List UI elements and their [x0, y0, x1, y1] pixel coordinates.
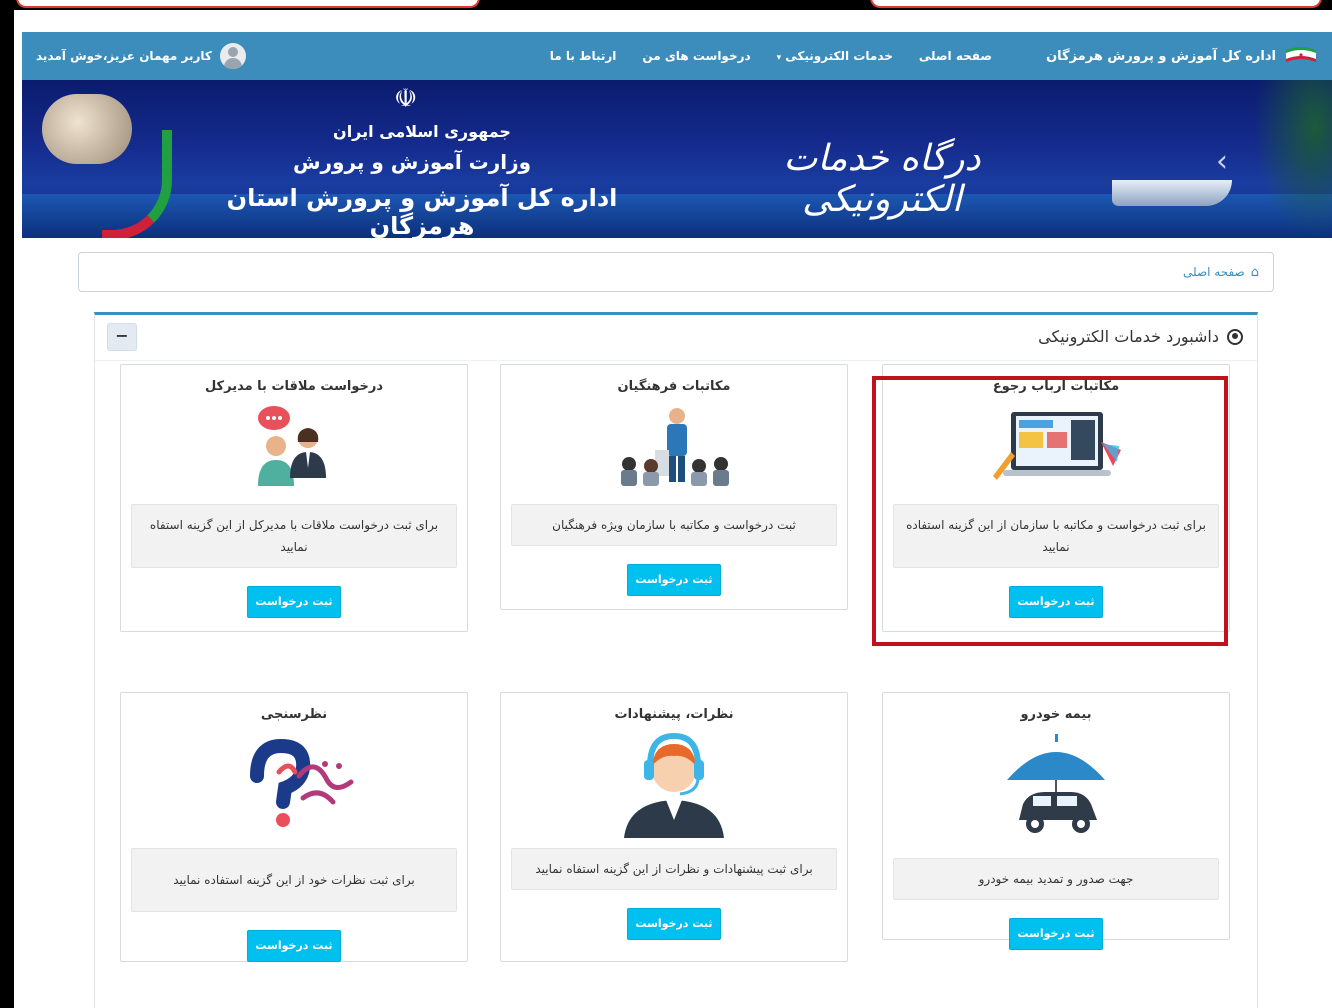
- meeting-chat-icon: [246, 402, 342, 492]
- service-card-car-insurance: بیمه خودرو جهت صدور و تمدید بیمه خودرو ث…: [882, 692, 1230, 950]
- support-agent-icon: [624, 730, 724, 840]
- card-title: نظرسنجی: [260, 707, 328, 722]
- survey-logo-icon: [246, 730, 354, 840]
- palm-tree-decoration: [1252, 80, 1332, 238]
- card-title: مکاتبات فرهنگیان: [617, 379, 731, 394]
- boat-decoration: [1112, 180, 1232, 206]
- nav-link-home[interactable]: صفحه اصلی: [919, 49, 992, 63]
- service-card-suggestions: نظرات، پیشنهادات برای ثبت پیشنهادات و نظ…: [500, 692, 848, 962]
- nav-link-contact[interactable]: ارتباط با ما: [550, 49, 617, 63]
- service-card-survey: نظرسنجی برای ثبت نظرات خود از این گزینه …: [120, 692, 468, 962]
- banner-next-arrow-icon[interactable]: ‹: [1216, 144, 1228, 179]
- top-navbar: اداره کل آموزش و پرورش هرمزگان صفحه اصلی…: [22, 32, 1332, 80]
- card-description: برای ثبت درخواست ملاقات با مدیرکل از این…: [131, 504, 457, 568]
- presentation-icon: [621, 402, 729, 492]
- navbar-links: صفحه اصلی خدمات الکترونیکی▾ درخواست های …: [550, 32, 992, 80]
- breadcrumb: ⌂ صفحه اصلی: [78, 252, 1274, 292]
- card-title: درخواست ملاقات با مدیرکل: [204, 379, 384, 394]
- dashboard-title-text: داشبورد خدمات الکترونیکی: [1038, 327, 1219, 346]
- banner-office: اداره کل آموزش و پرورش استان هرمزگان: [226, 184, 618, 238]
- iran-flag-icon: [1286, 47, 1316, 62]
- service-card-meeting-request: درخواست ملاقات با مدیرکل برای ثبت درخواس…: [120, 364, 468, 632]
- dashboard-header: داشبورد خدمات الکترونیکی −: [95, 315, 1257, 361]
- card-title: نظرات، پیشنهادات: [614, 707, 734, 722]
- submit-request-button[interactable]: ثبت درخواست: [627, 564, 721, 596]
- submit-request-button[interactable]: ثبت درخواست: [247, 586, 341, 618]
- brand-label: اداره کل آموزش و پرورش هرمزگان: [1046, 48, 1276, 64]
- banner-ministry: وزارت آموزش و پرورش: [292, 150, 532, 174]
- car-insurance-icon: [1007, 730, 1105, 842]
- chevron-down-icon: ▾: [776, 53, 782, 63]
- banner-portal-title: درگاه خدمات الکترونیکی: [783, 138, 981, 220]
- submit-request-button[interactable]: ثبت درخواست: [247, 930, 341, 962]
- breadcrumb-home[interactable]: صفحه اصلی: [1183, 265, 1245, 279]
- card-description: برای ثبت نظرات خود از این گزینه استفاده …: [131, 848, 457, 912]
- iran-emblem-icon: ☫: [394, 84, 418, 114]
- header-banner: ☫ جمهوری اسلامی ایران وزارت آموزش و پرور…: [22, 80, 1332, 238]
- banner-country: جمهوری اسلامی ایران: [333, 122, 511, 141]
- card-description: ثبت درخواست و مکاتبه با سازمان ویژه فرهن…: [511, 504, 837, 546]
- top-annotation-left: [16, 0, 480, 8]
- user-greeting: کاربر مهمان عزیز،خوش آمدید: [36, 49, 212, 63]
- highlight-box: [872, 376, 1228, 646]
- card-title: بیمه خودرو: [1020, 707, 1092, 722]
- user-avatar-icon: [219, 43, 246, 69]
- collapse-button[interactable]: −: [107, 323, 137, 351]
- submit-request-button[interactable]: ثبت درخواست: [627, 908, 721, 940]
- user-circle-icon: [1227, 328, 1243, 345]
- navbar-brand[interactable]: اداره کل آموزش و پرورش هرمزگان: [1046, 32, 1318, 80]
- card-description: جهت صدور و تمدید بیمه خودرو: [893, 858, 1219, 900]
- card-description: برای ثبت پیشنهادات و نظرات از این گزینه …: [511, 848, 837, 890]
- nav-link-eservices[interactable]: خدمات الکترونیکی▾: [777, 49, 893, 63]
- submit-request-button[interactable]: ثبت درخواست: [1009, 918, 1103, 950]
- home-icon: ⌂: [1250, 264, 1259, 280]
- user-menu[interactable]: کاربر مهمان عزیز،خوش آمدید: [36, 32, 246, 80]
- page-frame: اداره کل آموزش و پرورش هرمزگان صفحه اصلی…: [14, 10, 1332, 1008]
- nav-link-my-requests[interactable]: درخواست های من: [642, 49, 750, 63]
- service-card-teachers-correspondence: مکاتبات فرهنگیان ثبت درخواست و مکاتبه با…: [500, 364, 848, 610]
- nav-link-eservices-label: خدمات الکترونیکی: [785, 49, 893, 63]
- dashboard-title: داشبورد خدمات الکترونیکی: [1038, 327, 1243, 346]
- top-annotation-right: [870, 0, 1322, 8]
